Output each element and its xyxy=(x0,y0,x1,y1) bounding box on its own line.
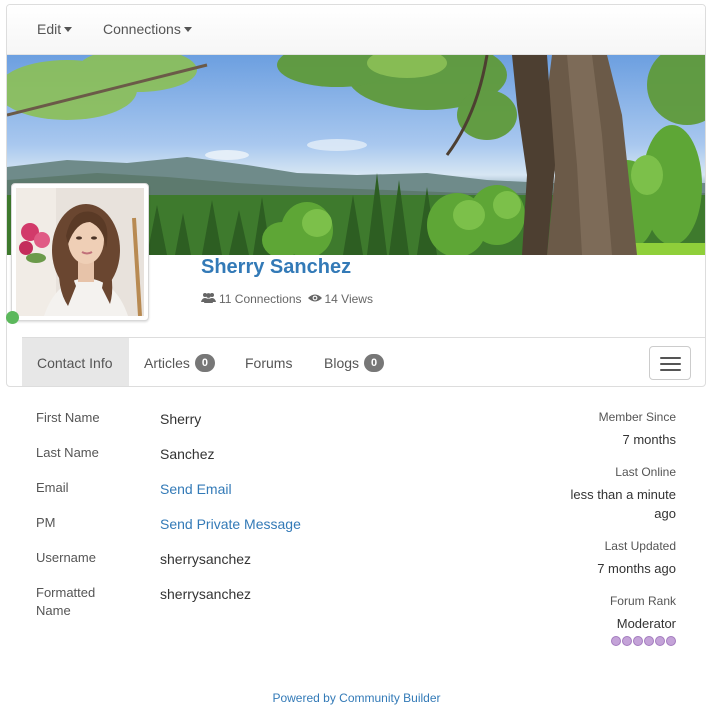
tab-label: Forums xyxy=(245,355,293,371)
last-updated-label: Last Updated xyxy=(604,539,676,553)
field-value: sherrysanchez xyxy=(160,551,252,567)
tab-label: Articles xyxy=(144,355,190,371)
hamburger-menu-button[interactable] xyxy=(649,346,691,380)
blogs-count-badge: 0 xyxy=(364,354,385,372)
avatar[interactable] xyxy=(11,183,149,321)
member-since-value: 7 months xyxy=(622,432,676,447)
connections-menu-label: Connections xyxy=(103,21,181,37)
caret-down-icon xyxy=(183,27,192,32)
profile-stats: 11 Connections 14 Views xyxy=(201,292,379,306)
users-icon xyxy=(201,292,216,306)
rank-pip-icon xyxy=(611,636,621,646)
last-online-label: Last Online xyxy=(615,465,676,479)
edit-menu[interactable]: Edit xyxy=(37,21,73,37)
field-value: sherrysanchez xyxy=(160,586,252,602)
field-value: Sanchez xyxy=(160,446,215,462)
field-label: Email xyxy=(36,480,69,495)
profile-name[interactable]: Sherry Sanchez xyxy=(201,256,351,279)
rank-pip-icon xyxy=(633,636,643,646)
connections-count[interactable]: 11 Connections xyxy=(219,292,302,306)
profile-tabs: Contact Info Articles 0 Forums Blogs 0 xyxy=(22,337,705,386)
tab-label: Blogs xyxy=(324,355,360,371)
field-label: Last Name xyxy=(36,445,99,460)
profile-sidebar: Member Since 7 months Last Online less t… xyxy=(516,409,676,646)
powered-by-link[interactable]: Powered by Community Builder xyxy=(0,691,713,705)
field-label: Formatted Name xyxy=(36,585,96,618)
forum-rank-label: Forum Rank xyxy=(609,594,676,608)
rank-pip-icon xyxy=(644,636,654,646)
forum-rank-stars xyxy=(516,636,676,646)
avatar-photo xyxy=(16,188,144,316)
last-updated-value: 7 months ago xyxy=(597,561,676,576)
caret-down-icon xyxy=(64,27,73,32)
edit-menu-label: Edit xyxy=(37,21,62,37)
last-online-value: less than a minute ago xyxy=(570,487,676,521)
tab-contact-info[interactable]: Contact Info xyxy=(22,338,129,386)
rank-pip-icon xyxy=(622,636,632,646)
send-email-link[interactable]: Send Email xyxy=(160,480,360,498)
tab-blogs[interactable]: Blogs 0 xyxy=(324,338,385,386)
field-label: Username xyxy=(36,550,96,565)
profile-navbar: Edit Connections xyxy=(7,5,705,55)
member-since-label: Member Since xyxy=(598,410,676,424)
field-label: PM xyxy=(36,515,56,530)
views-count: 14 Views xyxy=(324,292,373,306)
articles-count-badge: 0 xyxy=(194,354,215,372)
field-label: First Name xyxy=(36,410,100,425)
field-value: Sherry xyxy=(160,411,202,427)
tab-articles[interactable]: Articles 0 xyxy=(144,338,215,386)
send-private-message-link[interactable]: Send Private Message xyxy=(160,515,360,533)
rank-pip-icon xyxy=(666,636,676,646)
connections-menu[interactable]: Connections xyxy=(103,21,192,37)
tab-label: Contact Info xyxy=(37,355,113,371)
online-status-indicator xyxy=(6,311,19,324)
eye-icon xyxy=(307,292,322,306)
tab-forums[interactable]: Forums xyxy=(245,338,293,386)
rank-pip-icon xyxy=(655,636,665,646)
forum-rank-value: Moderator xyxy=(616,616,676,631)
